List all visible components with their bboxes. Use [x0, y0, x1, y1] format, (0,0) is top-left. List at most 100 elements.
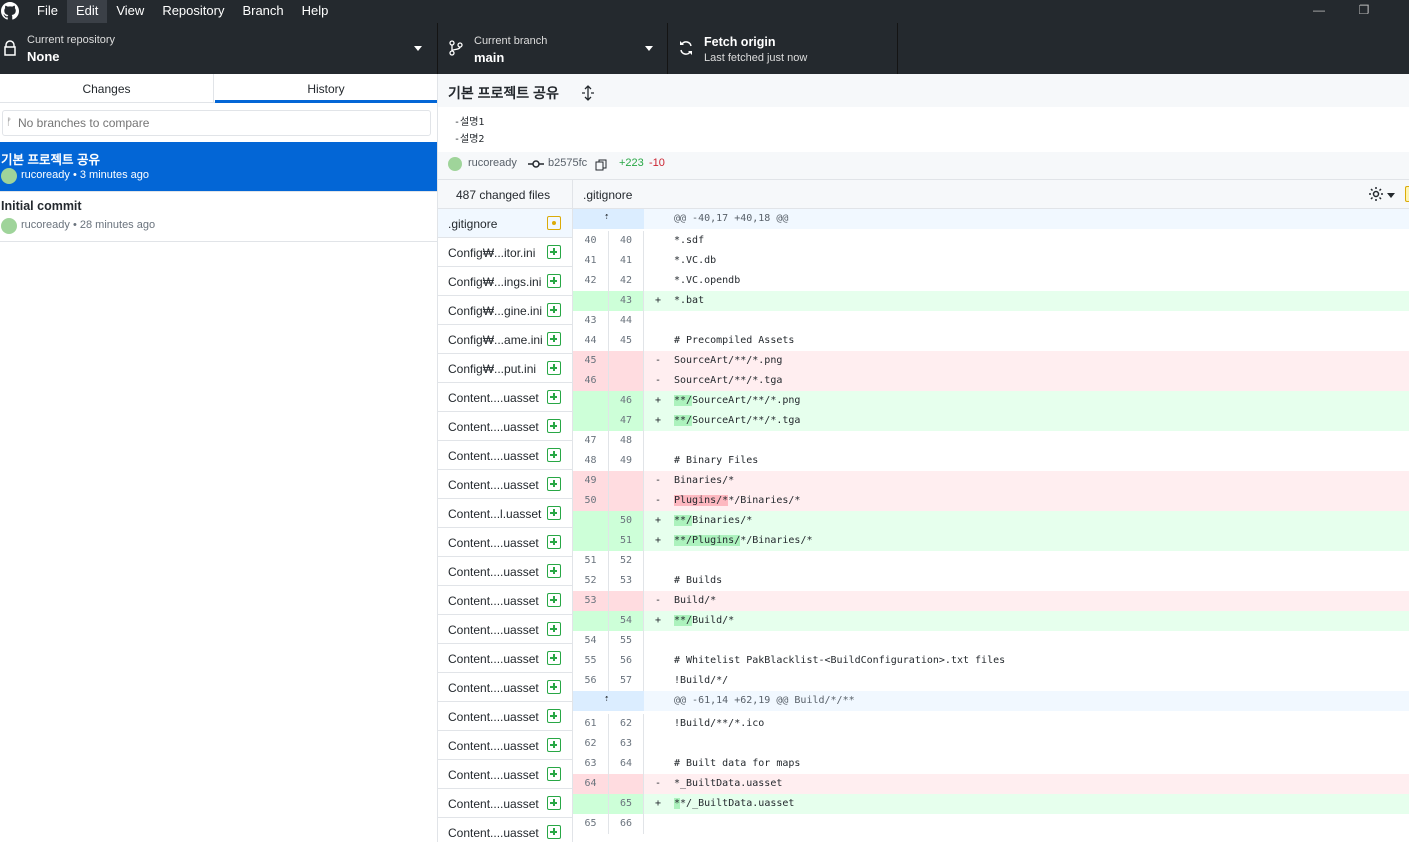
commit-list-item[interactable]: 기본 프로젝트 공유 rucoready • 3 minutes ago	[0, 142, 437, 192]
current-repository-button[interactable]: Current repository None	[0, 23, 438, 74]
diff-marker: +	[655, 798, 662, 809]
diff-line[interactable]: 55 56 # Whitelist PakBlacklist-<BuildConfi…	[573, 651, 1409, 671]
new-line-number: 49	[609, 451, 644, 471]
diff-line[interactable]: 40 40 *.sdf	[573, 231, 1409, 251]
avatar	[1, 168, 17, 184]
diff-line[interactable]: 48 49 # Binary Files	[573, 451, 1409, 471]
description-line: -설명1	[454, 117, 485, 128]
menu-help[interactable]: Help	[293, 0, 338, 23]
changed-file-item[interactable]: Content....uasset	[438, 383, 572, 412]
chevron-down-icon[interactable]	[1387, 193, 1395, 198]
diff-line[interactable]: 51 52	[573, 551, 1409, 571]
diff-line[interactable]: 65 + **/_BuiltData.uasset	[573, 794, 1409, 814]
old-line-number: 40	[573, 231, 609, 251]
commit-title: 기본 프로젝트 공유	[1, 153, 100, 167]
diff-line[interactable]: 46 - SourceArt/**/*.tga	[573, 371, 1409, 391]
diff-line[interactable]: 65 66	[573, 814, 1409, 834]
tab-changes[interactable]: Changes	[0, 74, 214, 103]
changed-file-item[interactable]: Content....uasset	[438, 412, 572, 441]
new-line-number	[609, 774, 644, 794]
diff-line[interactable]: 64 - *_BuiltData.uasset	[573, 774, 1409, 794]
diff-line[interactable]: 45 - SourceArt/**/*.png	[573, 351, 1409, 371]
new-line-number: 50	[609, 511, 644, 531]
changed-file-item[interactable]: Content....uasset	[438, 818, 572, 842]
diff-line[interactable]: 50 - Plugins/**/Binaries/*	[573, 491, 1409, 511]
menu-edit[interactable]: Edit	[66, 0, 108, 23]
changed-files-list: .gitignore Config₩...itor.ini Config₩...in…	[438, 209, 573, 842]
menu-repository[interactable]: Repository	[153, 0, 233, 23]
diff-line[interactable]: 53 - Build/*	[573, 591, 1409, 611]
expand-hunk-icon[interactable]: ⇡	[573, 209, 644, 229]
file-name: Content....uasset	[448, 768, 539, 782]
gear-icon[interactable]	[1368, 186, 1384, 202]
expand-hunk-icon[interactable]: ⇡	[573, 691, 644, 711]
diff-line-text: @@ -61,14 +62,19 @@ Build/*/**	[674, 695, 855, 706]
changed-file-item[interactable]: .gitignore	[438, 209, 572, 238]
diff-line[interactable]: 50 + **/Binaries/*	[573, 511, 1409, 531]
changed-file-item[interactable]: Content....uasset	[438, 441, 572, 470]
old-line-number: 64	[573, 774, 609, 794]
changed-file-item[interactable]: Content....uasset	[438, 731, 572, 760]
sync-icon	[680, 41, 692, 55]
changed-files-count: 487 changed files	[456, 188, 551, 202]
changed-file-item[interactable]: Config₩...gine.ini	[438, 296, 572, 325]
changed-file-item[interactable]: Content....uasset	[438, 615, 572, 644]
branch-compare-box[interactable]: ᚠ	[2, 110, 431, 136]
diff-line[interactable]: 44 45 # Precompiled Assets	[573, 331, 1409, 351]
diff-hunk-header[interactable]: ⇡ @@ -40,17 +40,18 @@	[573, 209, 1409, 229]
restore-icon[interactable]: ❐	[1341, 0, 1387, 23]
diff-line[interactable]: 47 + **/SourceArt/**/*.tga	[573, 411, 1409, 431]
sidebar: Changes History ᚠ 기본 프로젝트 공유 rucoready •…	[0, 74, 438, 842]
diff-line[interactable]: 46 + **/SourceArt/**/*.png	[573, 391, 1409, 411]
file-name: Config₩...itor.ini	[448, 246, 536, 260]
copy-icon[interactable]	[595, 159, 607, 171]
file-added-icon	[547, 303, 561, 317]
changed-file-item[interactable]: Content...l.uasset	[438, 499, 572, 528]
changed-file-item[interactable]: Config₩...ame.ini	[438, 325, 572, 354]
diff-line[interactable]: 63 64 # Built data for maps	[573, 754, 1409, 774]
diff-line[interactable]: 56 57 !Build/*/	[573, 671, 1409, 691]
changed-file-item[interactable]: Content....uasset	[438, 789, 572, 818]
tab-history[interactable]: History	[215, 74, 437, 103]
diff-line[interactable]: 61 62 !Build/**/*.ico	[573, 714, 1409, 734]
diff-line[interactable]: 42 42 *.VC.opendb	[573, 271, 1409, 291]
changed-file-item[interactable]: Content....uasset	[438, 673, 572, 702]
changed-file-item[interactable]: Content....uasset	[438, 470, 572, 499]
changed-file-item[interactable]: Config₩...itor.ini	[438, 238, 572, 267]
changed-file-item[interactable]: Config₩...ings.ini	[438, 267, 572, 296]
minimize-icon[interactable]: —	[1296, 0, 1342, 23]
diff-hunk-header[interactable]: ⇡ @@ -61,14 +62,19 @@ Build/*/**	[573, 691, 1409, 711]
file-name: Config₩...ings.ini	[448, 275, 542, 289]
diff-line[interactable]: 54 55	[573, 631, 1409, 651]
file-name: Content....uasset	[448, 536, 539, 550]
diff-line[interactable]: 49 - Binaries/*	[573, 471, 1409, 491]
diff-line[interactable]: 43 44	[573, 311, 1409, 331]
file-name: Content....uasset	[448, 594, 539, 608]
expand-icon[interactable]	[580, 85, 596, 101]
menu-file[interactable]: File	[28, 0, 67, 23]
diff-line[interactable]: 41 41 *.VC.db	[573, 251, 1409, 271]
changed-file-item[interactable]: Content....uasset	[438, 702, 572, 731]
changed-file-item[interactable]: Content....uasset	[438, 557, 572, 586]
diff-line[interactable]: 62 63	[573, 734, 1409, 754]
file-name: Content....uasset	[448, 797, 539, 811]
changed-file-item[interactable]: Content....uasset	[438, 644, 572, 673]
menu-view[interactable]: View	[107, 0, 153, 23]
changed-file-item[interactable]: Content....uasset	[438, 586, 572, 615]
changed-file-item[interactable]: Content....uasset	[438, 760, 572, 789]
fetch-origin-button[interactable]: Fetch origin Last fetched just now	[668, 23, 898, 74]
view-toggle-icon[interactable]	[1405, 186, 1409, 202]
diff-line[interactable]: 43 + *.bat	[573, 291, 1409, 311]
changed-file-item[interactable]: Content....uasset	[438, 528, 572, 557]
branch-compare-input[interactable]	[18, 114, 418, 132]
new-line-number	[609, 351, 644, 371]
diff-line[interactable]: 51 + **/Plugins/*/Binaries/*	[573, 531, 1409, 551]
commit-list-item[interactable]: Initial commit rucoready • 28 minutes ag…	[0, 192, 437, 242]
diff-line[interactable]: 54 + **/Build/*	[573, 611, 1409, 631]
changed-file-item[interactable]: Config₩...put.ini	[438, 354, 572, 383]
diff-line[interactable]: 52 53 # Builds	[573, 571, 1409, 591]
current-branch-button[interactable]: Current branch main	[438, 23, 668, 74]
menu-branch[interactable]: Branch	[233, 0, 292, 23]
diff-line[interactable]: 47 48	[573, 431, 1409, 451]
fetch-status: Last fetched just now	[704, 52, 808, 64]
